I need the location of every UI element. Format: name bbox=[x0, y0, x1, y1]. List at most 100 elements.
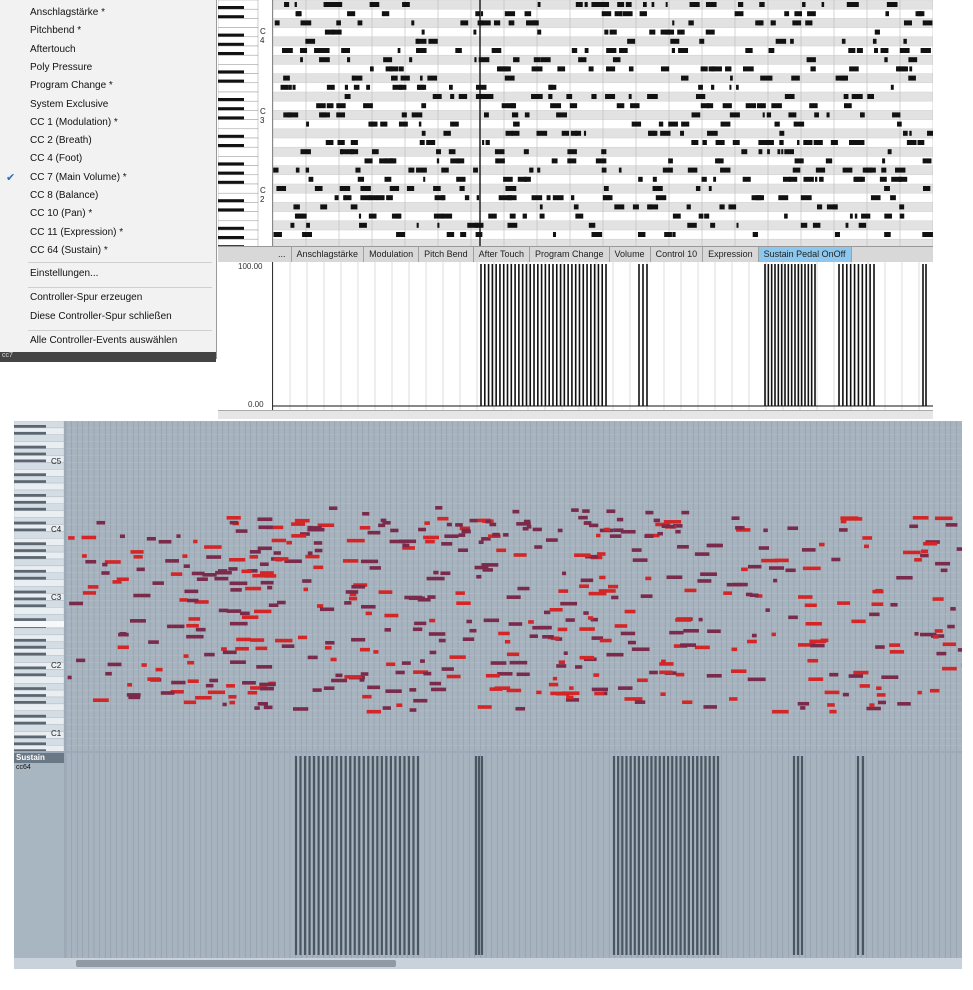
menu-item-select-all[interactable]: Alle Controller-Events auswählen bbox=[30, 333, 177, 349]
menu-item-12[interactable]: CC 11 (Expression) * bbox=[30, 225, 123, 241]
top-note bbox=[436, 149, 441, 155]
bottom-note bbox=[254, 609, 272, 614]
menu-item-7[interactable]: CC 2 (Breath) bbox=[30, 133, 92, 149]
menu-item-4[interactable]: Program Change * bbox=[30, 78, 113, 94]
bottom-note bbox=[362, 694, 372, 699]
bottom-note bbox=[260, 580, 274, 585]
top-note bbox=[688, 20, 694, 26]
bottom-note bbox=[254, 706, 260, 710]
bottom-controller-events[interactable] bbox=[66, 753, 962, 958]
top-note bbox=[350, 204, 358, 210]
controller-tab-0[interactable]: ... bbox=[273, 247, 292, 263]
top-note bbox=[713, 176, 717, 182]
bottom-note bbox=[427, 595, 436, 599]
menu-item-9[interactable]: CC 7 (Main Volume) * bbox=[30, 170, 127, 186]
bottom-note bbox=[433, 570, 439, 575]
bottom-piano-keyboard[interactable]: C5 C4 C3 C2 C1 bbox=[13, 420, 65, 754]
menu-item-5[interactable]: System Exclusive bbox=[30, 97, 108, 113]
bottom-note bbox=[942, 642, 956, 647]
menu-item-3[interactable]: Poly Pressure bbox=[30, 60, 92, 76]
top-note bbox=[539, 204, 543, 210]
bottom-note bbox=[179, 598, 188, 602]
controller-tab-3[interactable]: Pitch Bend bbox=[419, 247, 474, 263]
bottom-controller-title[interactable]: Sustain bbox=[14, 753, 64, 763]
top-note bbox=[448, 149, 456, 155]
menu-item-10[interactable]: CC 8 (Balance) bbox=[30, 188, 98, 204]
top-note bbox=[843, 94, 849, 99]
controller-tab-5[interactable]: Program Change bbox=[530, 247, 610, 263]
bottom-note bbox=[840, 519, 847, 524]
top-note bbox=[537, 167, 541, 173]
controller-tab-4[interactable]: After Touch bbox=[474, 247, 530, 263]
top-note bbox=[815, 167, 826, 173]
top-scrollbar[interactable] bbox=[218, 410, 933, 419]
bottom-highlight-key bbox=[14, 621, 64, 627]
menu-item-8[interactable]: CC 4 (Foot) bbox=[30, 151, 82, 167]
bottom-note bbox=[319, 607, 335, 612]
bottom-note bbox=[348, 596, 358, 601]
bottom-note-high bbox=[571, 508, 579, 512]
bottom-note bbox=[914, 558, 922, 562]
top-note bbox=[474, 57, 477, 63]
menu-item-2[interactable]: Aftertouch bbox=[30, 42, 76, 58]
bottom-note-high bbox=[582, 509, 590, 513]
bottom-note bbox=[226, 516, 241, 520]
top-note bbox=[741, 149, 748, 155]
top-note bbox=[352, 75, 355, 81]
bottom-note bbox=[706, 673, 722, 678]
bottom-note bbox=[345, 590, 359, 594]
top-note-grid[interactable] bbox=[273, 0, 933, 246]
top-note bbox=[464, 195, 470, 201]
top-note bbox=[284, 2, 290, 7]
bottom-note bbox=[506, 595, 521, 599]
bottom-note-high bbox=[735, 526, 745, 530]
menu-item-settings[interactable]: Einstellungen... bbox=[30, 266, 98, 282]
menu-item-close-lane[interactable]: Diese Controller-Spur schließen bbox=[30, 309, 172, 325]
top-note bbox=[319, 112, 330, 118]
top-note bbox=[360, 186, 371, 191]
menu-item-11[interactable]: CC 10 (Pan) * bbox=[30, 206, 92, 222]
bottom-note bbox=[477, 705, 492, 709]
bottom-scroll-thumb[interactable] bbox=[76, 960, 396, 967]
menu-item-13[interactable]: CC 64 (Sustain) * bbox=[30, 243, 108, 259]
bottom-note bbox=[478, 540, 484, 545]
controller-tab-7[interactable]: Control 10 bbox=[651, 247, 704, 263]
bottom-note-high bbox=[446, 522, 452, 527]
bottom-note bbox=[863, 544, 869, 549]
bottom-note bbox=[307, 655, 318, 660]
bottom-note bbox=[839, 528, 848, 532]
bottom-note bbox=[367, 685, 381, 690]
top-note bbox=[687, 167, 698, 173]
bottom-white-key bbox=[13, 607, 65, 615]
menu-item-create-lane[interactable]: Controller-Spur erzeugen bbox=[30, 290, 142, 306]
top-note bbox=[691, 112, 701, 118]
menu-item-0[interactable]: Anschlagstärke * bbox=[30, 5, 105, 21]
controller-tab-9[interactable]: Sustain Pedal OnOff bbox=[758, 247, 852, 263]
menu-item-1[interactable]: Pitchbend * bbox=[30, 23, 81, 39]
controller-tab-6[interactable]: Volume bbox=[610, 247, 651, 263]
menu-item-6[interactable]: CC 1 (Modulation) * bbox=[30, 115, 118, 131]
bottom-scrollbar[interactable] bbox=[14, 958, 962, 969]
controller-select-strip[interactable]: cc7 bbox=[0, 352, 216, 362]
bottom-note bbox=[222, 702, 227, 707]
top-note bbox=[809, 103, 818, 109]
bottom-note bbox=[259, 562, 269, 567]
controller-tab-1[interactable]: Anschlagstärke bbox=[292, 247, 365, 263]
bottom-note bbox=[344, 601, 352, 605]
bottom-note bbox=[291, 522, 306, 526]
bottom-note bbox=[606, 652, 624, 657]
controller-tab-8[interactable]: Expression bbox=[703, 247, 759, 263]
top-note bbox=[649, 29, 656, 35]
controller-tab-2[interactable]: Modulation bbox=[364, 247, 420, 263]
bottom-note bbox=[158, 539, 172, 544]
bottom-note-grid[interactable] bbox=[66, 421, 962, 751]
bottom-note bbox=[367, 530, 381, 535]
bottom-note bbox=[773, 578, 778, 583]
top-note bbox=[870, 195, 881, 201]
top-piano-keyboard[interactable]: C 4 C 3 C 2 bbox=[218, 0, 273, 246]
top-controller-events[interactable] bbox=[273, 262, 933, 410]
bottom-note bbox=[119, 631, 127, 636]
top-note bbox=[493, 20, 501, 26]
bottom-note bbox=[485, 673, 500, 678]
top-note bbox=[531, 94, 538, 99]
